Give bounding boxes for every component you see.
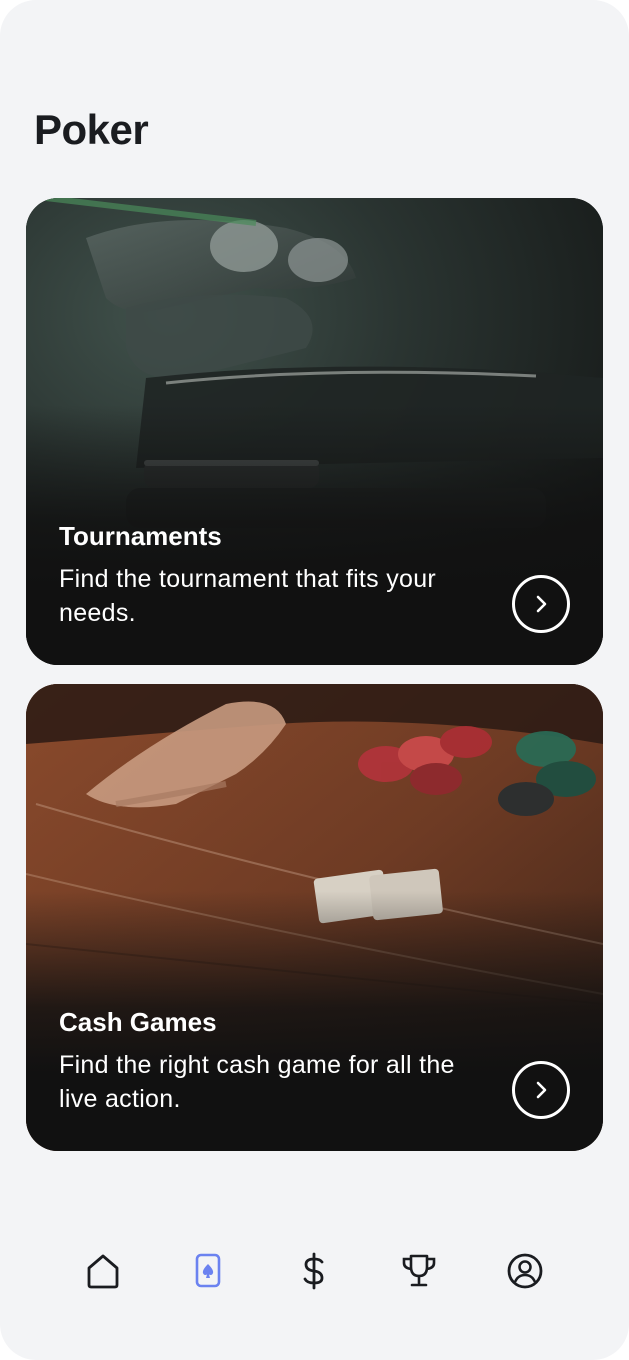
card-description: Find the right cash game for all the liv… — [59, 1051, 455, 1113]
trophy-icon — [402, 1254, 436, 1287]
tab-home[interactable] — [68, 1236, 138, 1306]
tab-cash[interactable] — [279, 1236, 349, 1306]
app-screen: Poker Tournaments Find the tournament th… — [0, 0, 629, 1360]
spade-card-icon — [195, 1253, 221, 1288]
page-title: Poker — [34, 106, 149, 153]
tab-trophy[interactable] — [384, 1236, 454, 1306]
tournaments-card[interactable]: Tournaments Find the tournament that fit… — [26, 198, 603, 665]
chevron-right-icon — [536, 595, 547, 613]
bottom-tab-bar — [0, 1236, 629, 1306]
home-icon — [87, 1254, 119, 1289]
cash-games-card[interactable]: Cash Games Find the right cash game for … — [26, 684, 603, 1151]
cash-games-arrow-button[interactable] — [512, 1061, 570, 1119]
tab-poker[interactable] — [173, 1236, 243, 1306]
user-circle-icon — [507, 1253, 543, 1289]
chevron-right-icon — [536, 1081, 547, 1099]
dollar-icon — [303, 1252, 324, 1290]
tab-profile[interactable] — [490, 1236, 560, 1306]
card-title: Cash Games — [59, 1007, 217, 1037]
tournaments-arrow-button[interactable] — [512, 575, 570, 633]
card-title: Tournaments — [59, 521, 222, 551]
card-description: Find the tournament that fits your needs… — [59, 565, 437, 627]
